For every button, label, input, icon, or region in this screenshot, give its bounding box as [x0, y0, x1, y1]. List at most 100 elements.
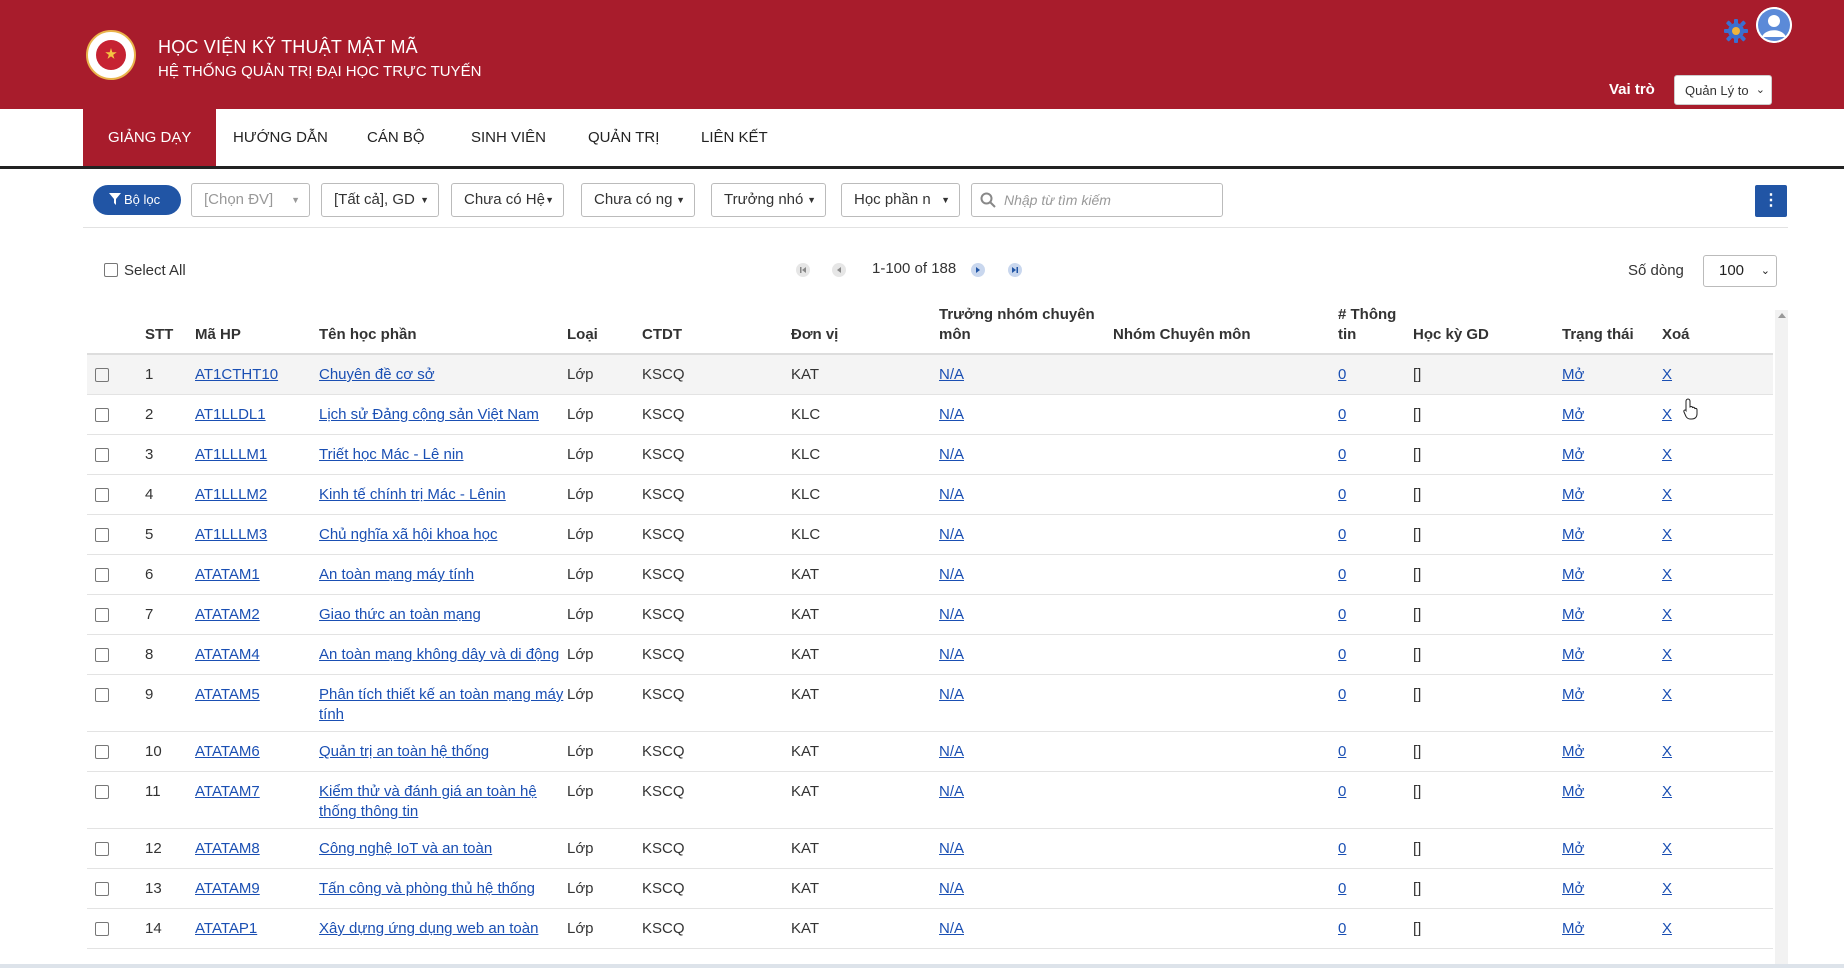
name-link[interactable]: Phân tích thiết kế an toàn mạng máy tính: [319, 686, 563, 723]
first-page-icon[interactable]: [796, 263, 810, 277]
status-link[interactable]: Mở: [1562, 486, 1584, 503]
lead-link[interactable]: N/A: [939, 526, 964, 543]
lead-link[interactable]: N/A: [939, 743, 964, 760]
delete-link[interactable]: X: [1662, 486, 1672, 503]
code-link[interactable]: ATATAM4: [195, 646, 260, 663]
header-code[interactable]: Mã HP: [195, 305, 319, 355]
code-link[interactable]: ATATAM2: [195, 606, 260, 623]
lead-link[interactable]: N/A: [939, 486, 964, 503]
user-avatar-icon[interactable]: [1756, 7, 1792, 43]
header-status[interactable]: Trạng thái: [1562, 305, 1662, 355]
name-link[interactable]: Tấn công và phòng thủ hệ thống: [319, 880, 535, 897]
code-link[interactable]: ATATAM1: [195, 566, 260, 583]
row-checkbox[interactable]: [95, 688, 109, 702]
select-all[interactable]: Select All: [104, 262, 186, 279]
name-link[interactable]: Quản trị an toàn hệ thống: [319, 743, 489, 760]
row-checkbox[interactable]: [95, 408, 109, 422]
status-link[interactable]: Mở: [1562, 566, 1584, 583]
select-all-checkbox[interactable]: [104, 263, 118, 277]
row-checkbox[interactable]: [95, 568, 109, 582]
delete-link[interactable]: X: [1662, 646, 1672, 663]
name-link[interactable]: An toàn mạng máy tính: [319, 566, 474, 583]
delete-link[interactable]: X: [1662, 566, 1672, 583]
name-link[interactable]: Triết học Mác - Lê nin: [319, 446, 464, 463]
info-link[interactable]: 0: [1338, 606, 1346, 623]
lead-link[interactable]: N/A: [939, 406, 964, 423]
settings-gear-icon[interactable]: [1723, 18, 1749, 44]
name-link[interactable]: Xây dựng ứng dụng web an toàn: [319, 920, 538, 937]
row-checkbox[interactable]: [95, 842, 109, 856]
code-link[interactable]: AT1LLLM3: [195, 526, 267, 543]
lead-link[interactable]: N/A: [939, 566, 964, 583]
status-link[interactable]: Mở: [1562, 366, 1584, 383]
row-checkbox[interactable]: [95, 368, 109, 382]
info-link[interactable]: 0: [1338, 686, 1346, 703]
header-unit[interactable]: Đơn vị: [791, 305, 939, 355]
code-link[interactable]: AT1CTHT10: [195, 366, 278, 383]
nav-item-huong-dan[interactable]: HƯỚNG DẪN: [208, 109, 353, 166]
info-link[interactable]: 0: [1338, 840, 1346, 857]
industry-dropdown[interactable]: Chưa có ng ▼: [581, 183, 695, 217]
code-link[interactable]: ATATAM9: [195, 880, 260, 897]
code-link[interactable]: ATATAP1: [195, 920, 257, 937]
semester-dropdown[interactable]: [Tất cả], GD ▼: [321, 183, 439, 217]
rows-per-page-select[interactable]: 100 ⌄: [1703, 255, 1777, 287]
filter-button[interactable]: Bộ lọc: [93, 185, 181, 215]
code-link[interactable]: ATATAM6: [195, 743, 260, 760]
nav-item-can-bo[interactable]: CÁN BỘ: [342, 109, 450, 166]
row-checkbox[interactable]: [95, 448, 109, 462]
unit-dropdown[interactable]: [Chọn ĐV] ▼: [191, 183, 310, 217]
code-link[interactable]: AT1LLLM1: [195, 446, 267, 463]
info-link[interactable]: 0: [1338, 743, 1346, 760]
info-link[interactable]: 0: [1338, 366, 1346, 383]
status-link[interactable]: Mở: [1562, 606, 1584, 623]
status-link[interactable]: Mở: [1562, 446, 1584, 463]
header-stt[interactable]: STT: [145, 305, 195, 355]
info-link[interactable]: 0: [1338, 406, 1346, 423]
header-info[interactable]: # Thông tin: [1338, 305, 1413, 355]
name-link[interactable]: An toàn mạng không dây và di động: [319, 646, 559, 663]
scroll-up-icon[interactable]: [1778, 313, 1786, 318]
delete-link[interactable]: X: [1662, 526, 1672, 543]
info-link[interactable]: 0: [1338, 646, 1346, 663]
info-link[interactable]: 0: [1338, 920, 1346, 937]
more-options-button[interactable]: ⋮: [1755, 185, 1787, 217]
lead-link[interactable]: N/A: [939, 686, 964, 703]
name-link[interactable]: Chủ nghĩa xã hội khoa học: [319, 526, 497, 543]
lead-link[interactable]: N/A: [939, 783, 964, 800]
next-page-icon[interactable]: [971, 263, 985, 277]
delete-link[interactable]: X: [1662, 686, 1672, 703]
lead-link[interactable]: N/A: [939, 646, 964, 663]
delete-link[interactable]: X: [1662, 783, 1672, 800]
row-checkbox[interactable]: [95, 608, 109, 622]
row-checkbox[interactable]: [95, 488, 109, 502]
code-link[interactable]: AT1LLLM2: [195, 486, 267, 503]
delete-link[interactable]: X: [1662, 606, 1672, 623]
delete-link[interactable]: X: [1662, 920, 1672, 937]
code-link[interactable]: ATATAM7: [195, 783, 260, 800]
row-checkbox[interactable]: [95, 528, 109, 542]
previous-page-icon[interactable]: [832, 263, 846, 277]
nav-item-lien-ket[interactable]: LIÊN KẾT: [676, 109, 793, 166]
name-link[interactable]: Giao thức an toàn mạng: [319, 606, 481, 623]
info-link[interactable]: 0: [1338, 880, 1346, 897]
header-name[interactable]: Tên học phần: [319, 305, 567, 355]
role-select[interactable]: Quản Lý to ⌄: [1674, 75, 1772, 105]
info-link[interactable]: 0: [1338, 783, 1346, 800]
row-checkbox[interactable]: [95, 785, 109, 799]
lead-link[interactable]: N/A: [939, 366, 964, 383]
search-input[interactable]: Nhập từ tìm kiếm: [971, 183, 1223, 217]
status-link[interactable]: Mở: [1562, 686, 1584, 703]
status-link[interactable]: Mở: [1562, 920, 1584, 937]
info-link[interactable]: 0: [1338, 446, 1346, 463]
header-group[interactable]: Nhóm Chuyên môn: [1113, 305, 1338, 355]
status-link[interactable]: Mở: [1562, 646, 1584, 663]
group-lead-dropdown[interactable]: Trưởng nhó ▼: [711, 183, 826, 217]
info-link[interactable]: 0: [1338, 566, 1346, 583]
row-checkbox[interactable]: [95, 922, 109, 936]
status-link[interactable]: Mở: [1562, 526, 1584, 543]
delete-link[interactable]: X: [1662, 366, 1672, 383]
row-checkbox[interactable]: [95, 648, 109, 662]
delete-link[interactable]: X: [1662, 880, 1672, 897]
header-delete[interactable]: Xoá: [1662, 305, 1773, 355]
